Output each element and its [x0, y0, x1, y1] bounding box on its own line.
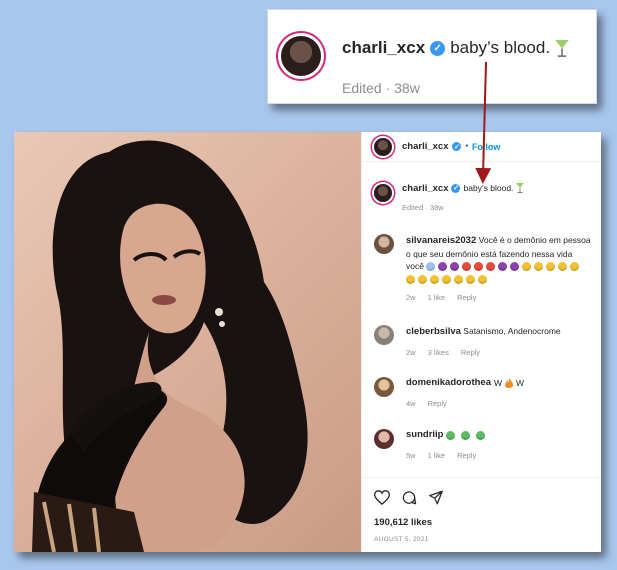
comment-meta: 5w 1 like Reply [406, 451, 594, 460]
post-actions: 190,612 likes AUGUST 5, 2021 [362, 477, 601, 552]
emoji-icon [442, 274, 451, 284]
comment-meta: 2w 3 likes Reply [406, 348, 594, 357]
follow-button[interactable]: Follow [472, 142, 501, 152]
emoji-icon [546, 262, 556, 272]
emoji-icon [474, 262, 484, 272]
caption-avatar[interactable] [374, 184, 392, 202]
comment-item: sundriip 5w 1 like Reply [374, 429, 594, 460]
emoji-icon [438, 262, 448, 272]
heart-icon[interactable] [374, 490, 390, 505]
comment-age[interactable]: 4w [406, 399, 416, 408]
comment-age[interactable]: 2w [406, 293, 416, 302]
likes-count[interactable]: 190,612 likes [374, 517, 432, 528]
share-icon[interactable] [428, 490, 444, 505]
comment-text-after: W [516, 378, 525, 388]
comment-icon[interactable] [401, 490, 417, 505]
emoji-icon [558, 262, 568, 272]
emoji-icon [522, 262, 532, 272]
comment-item: domenikadorothea W W 4w Reply [374, 377, 594, 408]
zoom-callout: charli_xcx ✓ baby’s blood. Edited · 38w [267, 9, 597, 104]
comment-likes[interactable]: 1 like [428, 451, 446, 460]
comment-username[interactable]: silvanareis2032 [406, 235, 476, 246]
post-photo[interactable] [14, 132, 361, 552]
emoji-icon [454, 274, 463, 284]
caption-block: charli_xcx ✓ baby’s blood. Edited · 38w [374, 182, 594, 212]
emoji-icon [426, 262, 436, 272]
caption-text: baby’s blood. [463, 183, 514, 193]
fire-icon [505, 378, 514, 389]
emoji-icon [476, 430, 486, 440]
comment-meta: 2w 1 like Reply [406, 293, 601, 302]
emoji-icon [510, 262, 520, 272]
comment-text: Você é o demônio em pessoa [478, 235, 591, 245]
comment-likes[interactable]: 1 like [428, 293, 446, 302]
comment-avatar[interactable] [374, 429, 394, 449]
comment-avatar[interactable] [374, 234, 394, 254]
verified-badge-icon: ✓ [452, 142, 462, 151]
comment-username[interactable]: domenikadorothea [406, 377, 491, 390]
comment-meta: 4w Reply [406, 399, 594, 408]
zoom-avatar[interactable] [281, 36, 321, 76]
emoji-icon [478, 274, 487, 284]
portrait-illustration [32, 140, 308, 552]
post-header: charli_xcx ✓ • Follow [362, 132, 601, 162]
verified-badge-icon: ✓ [451, 183, 461, 193]
caption-username[interactable]: charli_xcx [402, 183, 448, 194]
reply-button[interactable]: Reply [428, 399, 447, 408]
emoji-icon [534, 262, 544, 272]
comment-age[interactable]: 5w [406, 451, 416, 460]
header-username[interactable]: charli_xcx [402, 141, 448, 152]
emoji-icon [406, 274, 415, 284]
emoji-icon [450, 262, 460, 272]
emoji-icon [466, 274, 475, 284]
reply-button[interactable]: Reply [457, 451, 476, 460]
reply-button[interactable]: Reply [457, 293, 476, 302]
caption-edited: Edited · 38w [402, 202, 444, 212]
emoji-icon [446, 430, 456, 440]
post-date: AUGUST 5, 2021 [374, 536, 429, 543]
zoom-username[interactable]: charli_xcx [342, 38, 425, 58]
emoji-icon [498, 262, 508, 272]
header-dot: • [465, 143, 468, 150]
comment-username[interactable]: sundriip [406, 429, 443, 442]
comment-emoji-row: você [406, 260, 601, 273]
comment-age[interactable]: 2w [406, 348, 416, 357]
zoom-caption: baby’s blood. [450, 38, 551, 57]
post-sidebar: charli_xcx ✓ • Follow charli_xcx ✓ baby’… [361, 132, 601, 552]
emoji-icon [461, 430, 471, 440]
emoji-icon [418, 274, 427, 284]
cocktail-icon [516, 183, 525, 194]
comment-text: W [494, 378, 503, 388]
verified-badge-icon: ✓ [430, 40, 446, 56]
emoji-icon [486, 262, 496, 272]
header-avatar[interactable] [374, 138, 392, 156]
comment-emoji-row2 [406, 273, 601, 286]
comment-username[interactable]: cleberbsilva [406, 326, 461, 337]
zoom-edited: Edited · 38w [342, 80, 420, 96]
comment-text-line2: o que seu demônio está fazendo nessa vid… [406, 248, 573, 259]
reply-button[interactable]: Reply [461, 348, 480, 357]
comment-avatar[interactable] [374, 377, 394, 397]
instagram-post: charli_xcx ✓ • Follow charli_xcx ✓ baby’… [14, 132, 601, 552]
emoji-icon [430, 274, 439, 284]
emoji-icon [462, 262, 472, 272]
emoji-icon [570, 262, 580, 272]
cocktail-icon [555, 39, 569, 57]
comment-avatar[interactable] [374, 325, 394, 345]
comment-item: cleberbsilva Satanismo, Andenocrome 2w 3 … [374, 325, 594, 357]
comment-item: silvanareis2032 Você é o demônio em pess… [374, 234, 601, 302]
comment-text: Satanismo, Andenocrome [463, 326, 561, 336]
comment-likes[interactable]: 3 likes [428, 348, 449, 357]
